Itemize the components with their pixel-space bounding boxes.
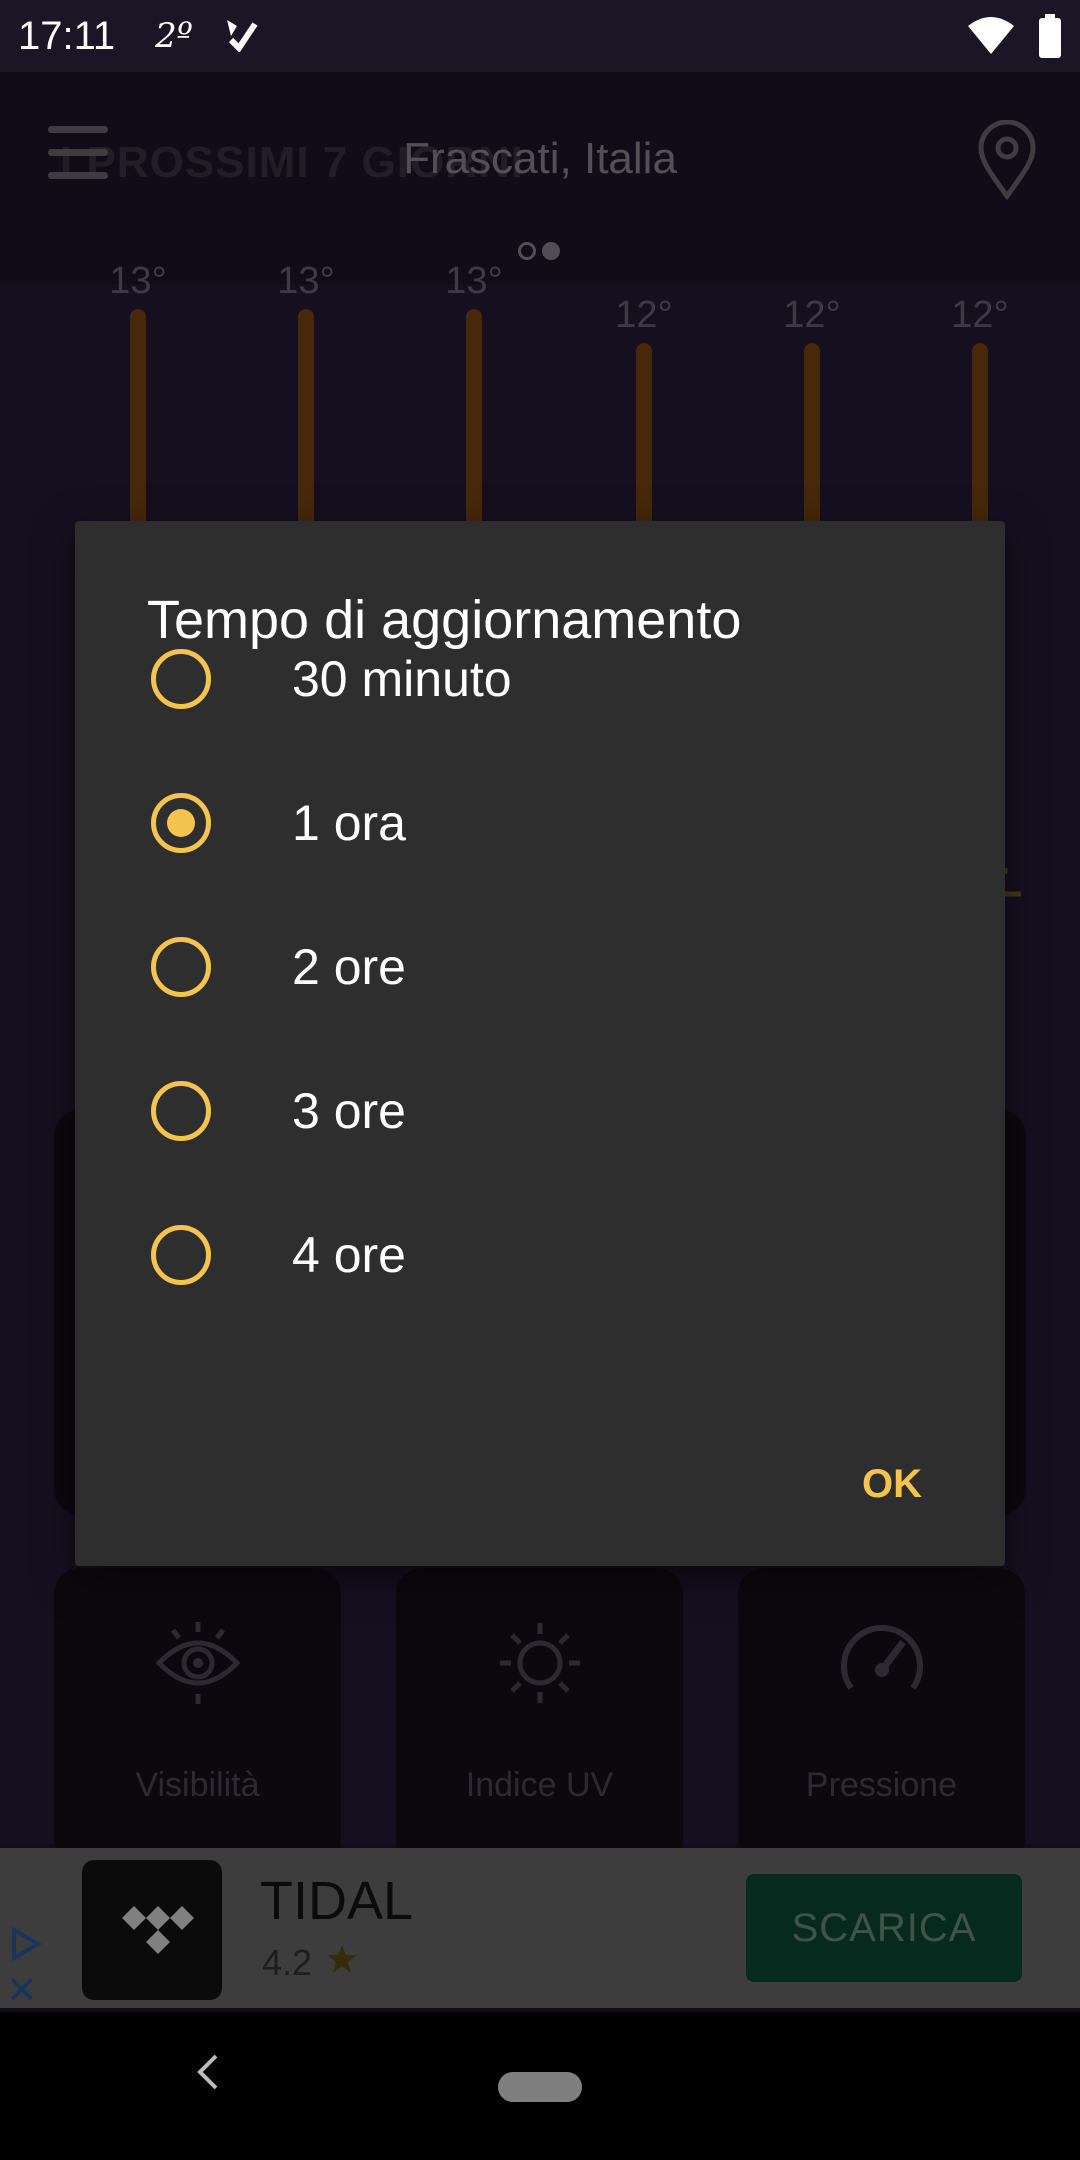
back-icon[interactable] [196, 2052, 220, 2097]
notification-check-icon [223, 16, 259, 57]
radio-button[interactable] [151, 1225, 211, 1285]
home-pill-button[interactable] [498, 2072, 582, 2102]
radio-option[interactable]: 3 ore [75, 1039, 1005, 1183]
option-label: 4 ore [292, 1227, 406, 1283]
battery-icon [1038, 14, 1062, 63]
radio-button[interactable] [151, 649, 211, 709]
navigation-bar [0, 2012, 1080, 2160]
radio-option[interactable]: 4 ore [75, 1183, 1005, 1327]
radio-option[interactable]: 2 ore [75, 895, 1005, 1039]
option-label: 30 minuto [292, 651, 512, 707]
wifi-icon [966, 16, 1016, 61]
update-interval-dialog: Tempo di aggiornamento 30 minuto 1 ora 2 o… [75, 521, 1005, 1566]
ok-button[interactable]: OK [827, 1439, 957, 1529]
status-icons [966, 14, 1062, 63]
status-bar: 17:11 2º [0, 0, 1080, 72]
radio-button-checked[interactable] [151, 793, 211, 853]
status-time: 17:11 [18, 13, 116, 58]
radio-option[interactable]: 30 minuto [75, 607, 1005, 751]
option-label: 1 ora [292, 795, 406, 851]
status-temperature: 2º [155, 16, 193, 56]
radio-button[interactable] [151, 937, 211, 997]
option-label: 3 ore [292, 1083, 406, 1139]
radio-option[interactable]: 1 ora [75, 751, 1005, 895]
option-label: 2 ore [292, 939, 406, 995]
radio-button[interactable] [151, 1081, 211, 1141]
